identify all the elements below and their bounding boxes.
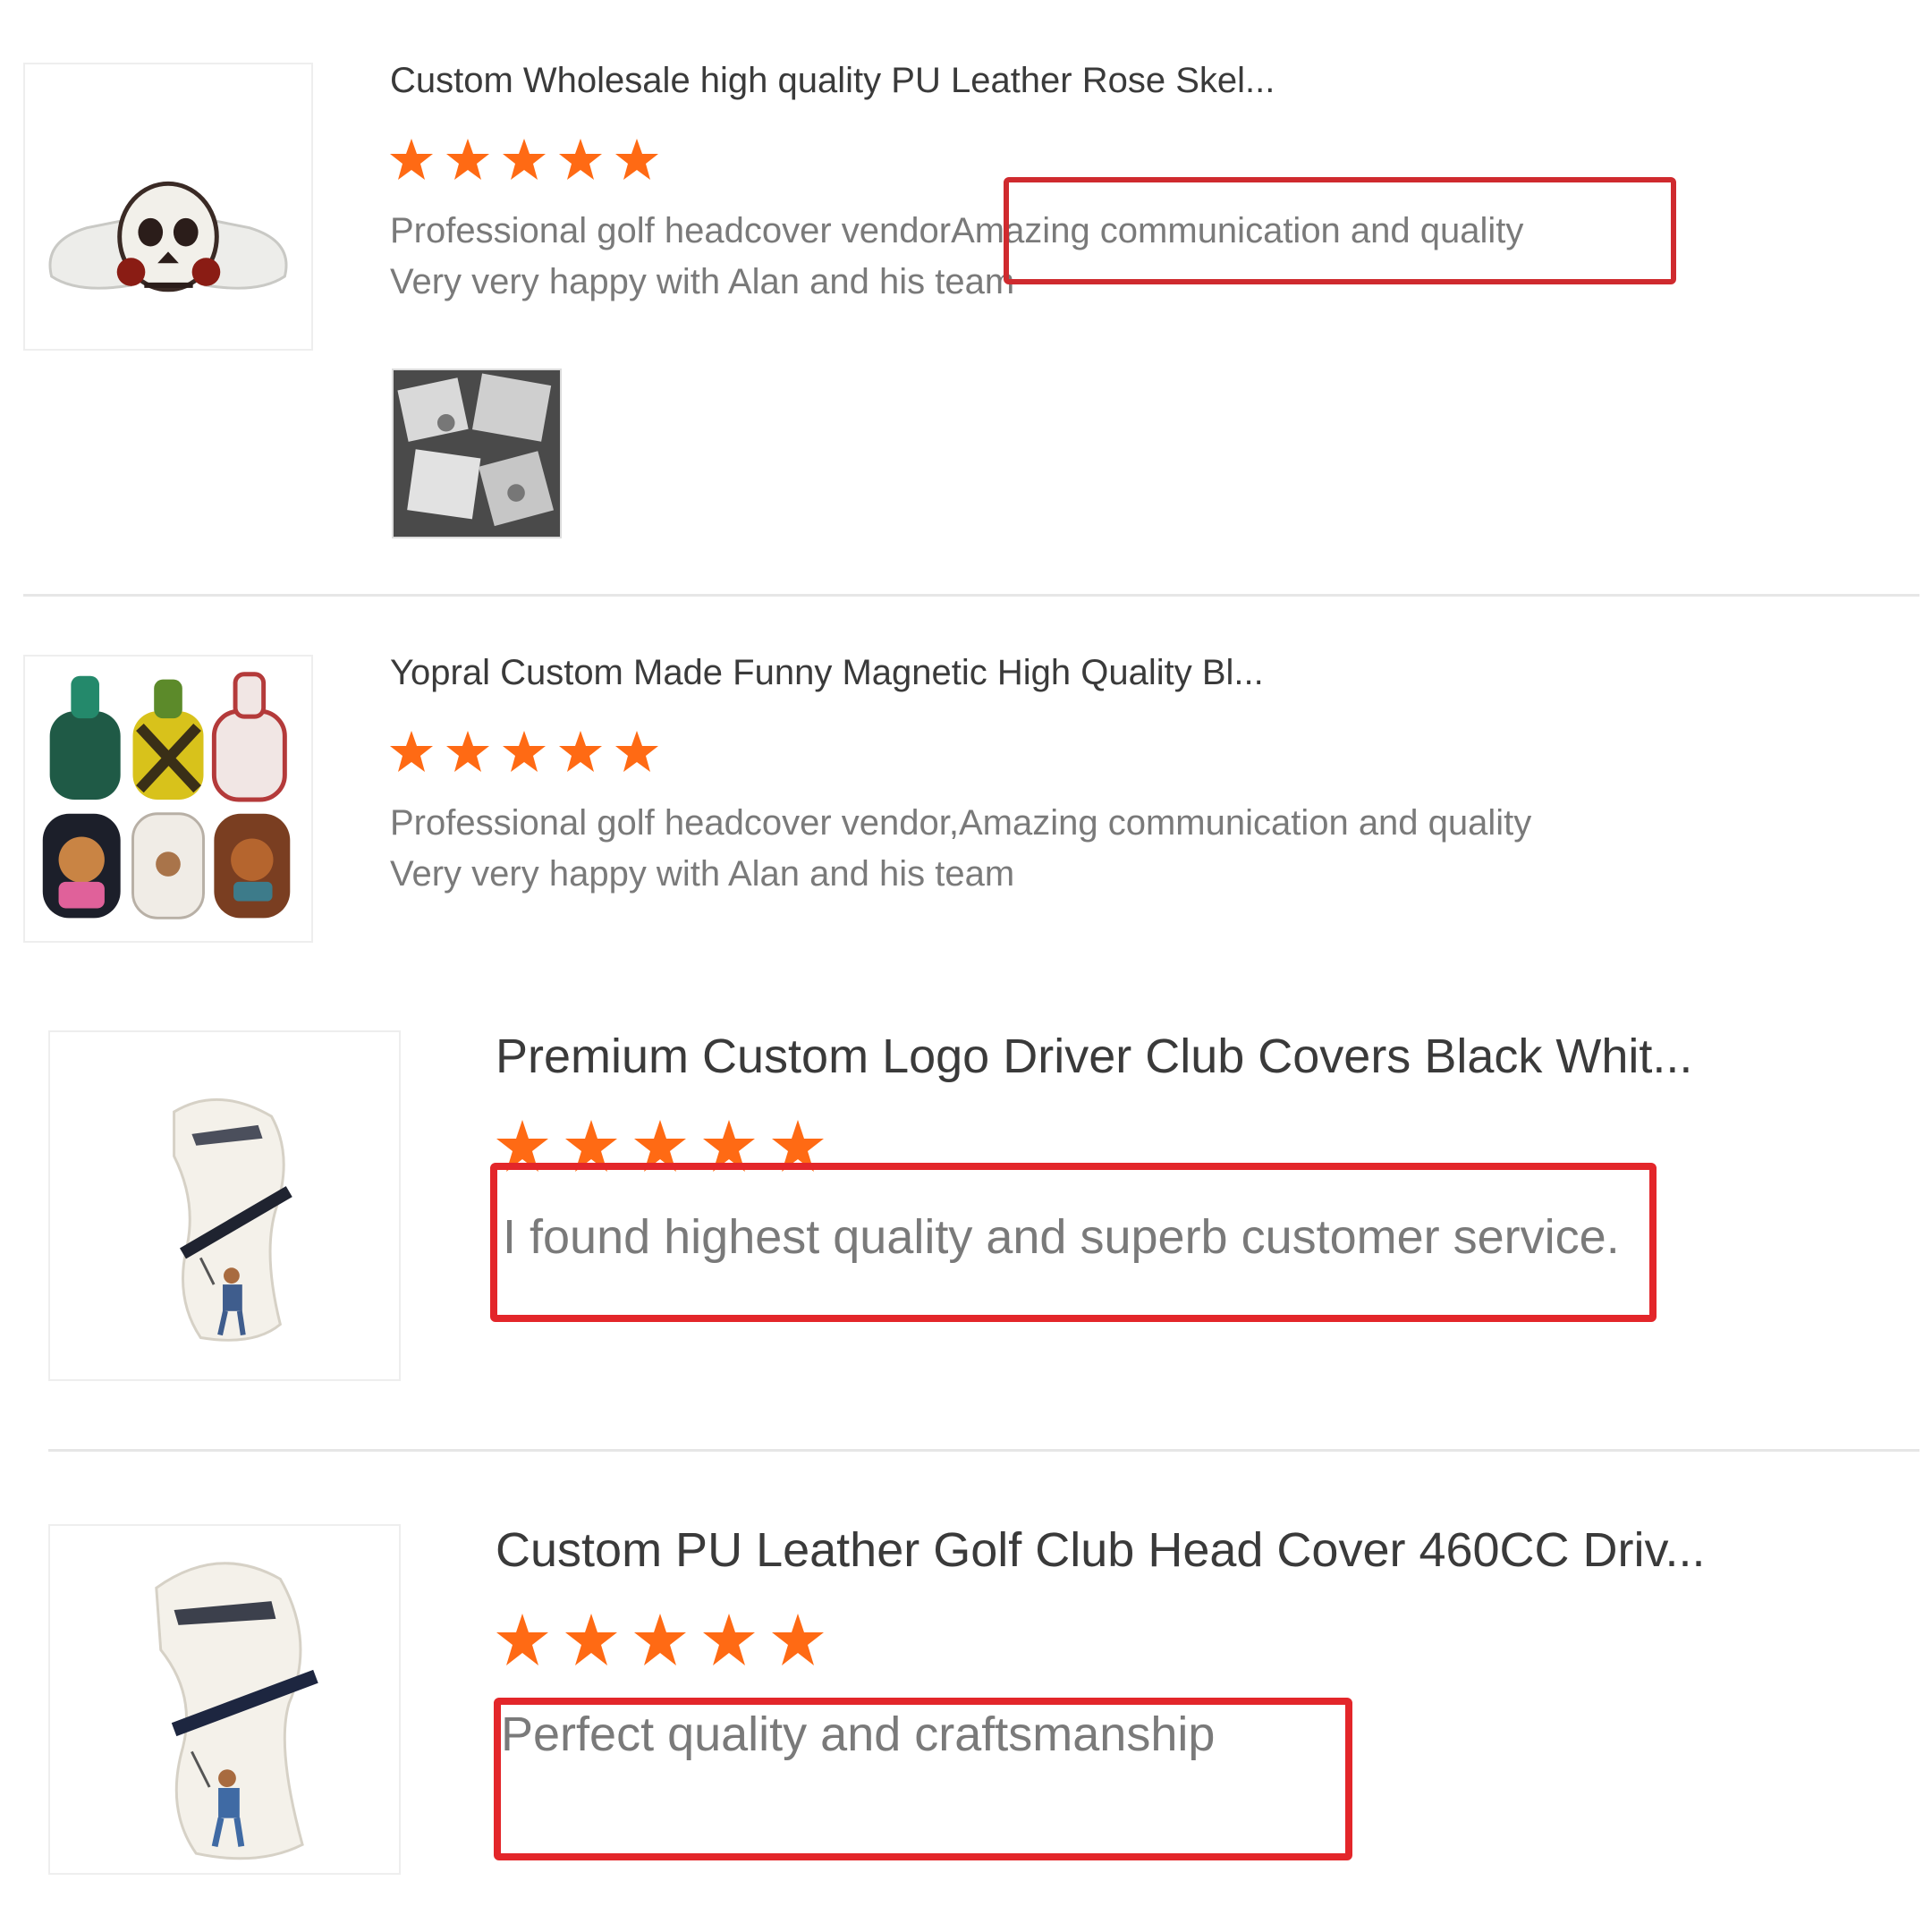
product-title[interactable]: Premium Custom Logo Driver Club Covers B… [496, 1029, 1692, 1084]
highlight-box [1004, 177, 1676, 284]
review-text-line2: Very very happy with Alan and his team [390, 262, 1015, 301]
star-icon [615, 139, 658, 180]
review-photo-thumbnail[interactable] [392, 369, 562, 538]
star-rating [388, 137, 665, 183]
divider [48, 1449, 1919, 1452]
divider [23, 594, 1919, 597]
skull-headcover-icon [25, 64, 311, 349]
star-rating [494, 1612, 834, 1669]
driver-cover-icon [50, 1526, 399, 1873]
product-title[interactable]: Custom Wholesale high quality PU Leather… [390, 61, 1275, 101]
star-icon [446, 139, 489, 180]
star-icon [496, 1614, 548, 1665]
product-image-3[interactable] [48, 1030, 401, 1381]
magnetic-headcovers-icon [25, 657, 311, 941]
product-image-4[interactable] [48, 1524, 401, 1875]
star-icon [772, 1614, 824, 1665]
star-icon [390, 731, 433, 772]
star-icon [503, 731, 546, 772]
review-text-line2: Very very happy with Alan and his team [390, 854, 1015, 894]
driver-cover-icon [50, 1032, 399, 1379]
star-icons [390, 139, 658, 180]
review-text-line1: Professional golf headcover vendor,Amazi… [390, 803, 1532, 843]
highlight-box [490, 1163, 1657, 1322]
product-image-2[interactable] [23, 655, 313, 943]
star-icon [565, 1614, 617, 1665]
star-icon [615, 731, 658, 772]
star-icon [559, 731, 602, 772]
product-title[interactable]: Yopral Custom Made Funny Magnetic High Q… [390, 653, 1264, 693]
star-icon [390, 139, 433, 180]
star-icon [503, 139, 546, 180]
product-image-1[interactable] [23, 63, 313, 351]
review-text-vendor: Professional golf headcover vendor [390, 211, 952, 250]
product-title[interactable]: Custom PU Leather Golf Club Head Cover 4… [496, 1522, 1706, 1578]
star-icon [634, 1614, 686, 1665]
star-icon [559, 139, 602, 180]
star-icons [390, 731, 658, 772]
star-icons [496, 1614, 824, 1665]
star-icon [446, 731, 489, 772]
star-icon [703, 1614, 755, 1665]
package-photo-icon [394, 370, 560, 537]
star-rating [388, 729, 665, 775]
highlight-box [494, 1698, 1352, 1860]
